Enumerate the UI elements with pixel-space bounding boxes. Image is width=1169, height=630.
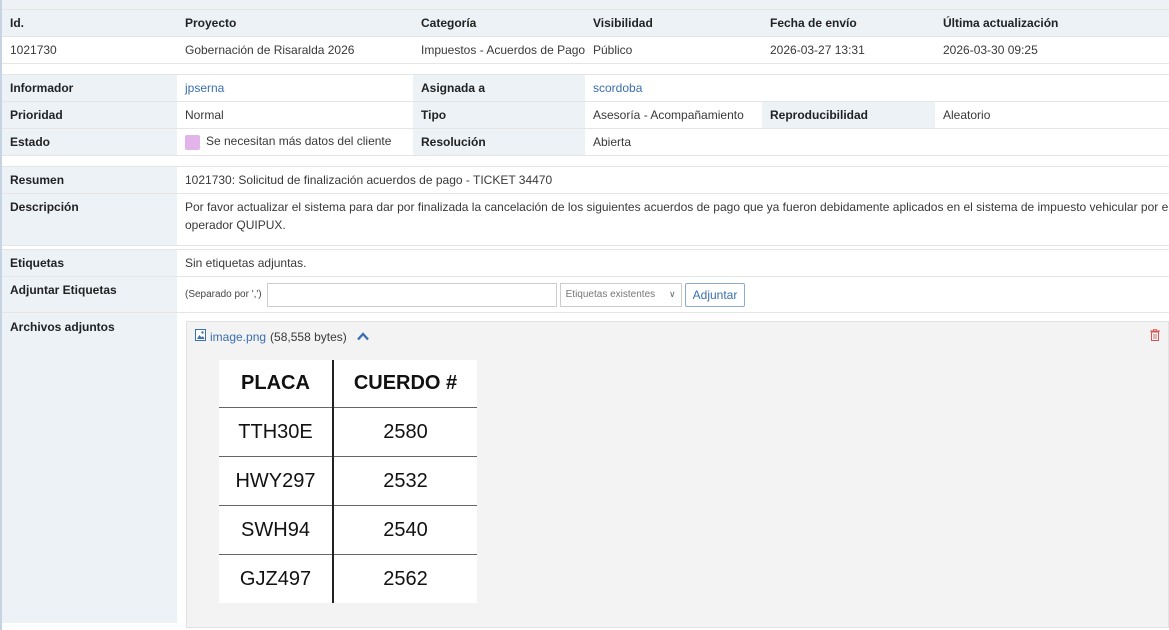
issue-category: Impuestos - Acuerdos de Pago: [413, 36, 585, 64]
estado-cell: Se necesitan más datos del cliente: [177, 128, 413, 156]
preview-header-row: PLACA CUERDO #: [219, 360, 477, 408]
preview-placa-table: PLACA CUERDO # TTH30E 2580 HWY297 2532 S…: [219, 360, 477, 603]
preview-acuerdo: 2562: [333, 554, 477, 603]
informador-row: Informador jpserna Asignada a scordoba: [2, 74, 1169, 102]
preview-row: GJZ497 2562: [219, 554, 477, 603]
issue-project: Gobernación de Risaralda 2026: [177, 36, 413, 64]
prioridad-value: Normal: [177, 101, 413, 129]
prioridad-row: Prioridad Normal Tipo Asesoría - Acompañ…: [2, 101, 1169, 129]
issue-id: 1021730: [2, 36, 177, 64]
descripcion-line-2: operador QUIPUX.: [185, 218, 286, 232]
attachment-panel: image.png (58,558 bytes) PLACA CUERDO # …: [186, 321, 1169, 628]
adjuntar-etiquetas-row: Adjuntar Etiquetas (Separado por ',') Et…: [2, 276, 1169, 313]
reproducibilidad-label: Reproducibilidad: [762, 101, 935, 129]
preview-header-acuerdo: CUERDO #: [353, 372, 458, 395]
col-header-fecha-envio: Fecha de envío: [762, 9, 935, 37]
preview-header-placa: PLACA: [219, 360, 334, 408]
descripcion-label: Descripción: [2, 193, 177, 246]
etiquetas-label: Etiquetas: [2, 249, 177, 277]
resolucion-value: Abierta: [585, 128, 762, 156]
top-band: [2, 0, 1169, 9]
issue-visibility: Público: [585, 36, 762, 64]
status-color-swatch: [185, 134, 200, 150]
archivos-label: Archivos adjuntos: [2, 312, 177, 623]
adjuntar-etiquetas-label: Adjuntar Etiquetas: [2, 276, 177, 313]
informador-label: Informador: [2, 74, 177, 102]
asignada-link[interactable]: scordoba: [585, 74, 762, 102]
trash-icon[interactable]: [1150, 328, 1160, 344]
preview-row: TTH30E 2580: [219, 407, 477, 457]
col-header-id: Id.: [2, 9, 177, 37]
col-header-categoria: Categoría: [413, 9, 585, 37]
etiquetas-row: Etiquetas Sin etiquetas adjuntas.: [2, 249, 1169, 277]
spacer-row: [2, 63, 1169, 75]
tag-separator-hint: (Separado por ','): [185, 289, 262, 300]
descripcion-row: Descripción Por favor actualizar el sist…: [2, 193, 1169, 246]
resumen-label: Resumen: [2, 166, 177, 194]
issue-submitted-date: 2026-03-27 13:31: [762, 36, 935, 64]
tag-controls: (Separado por ',') Etiquetas existentes …: [185, 282, 1161, 307]
summary-values-row: 1021730 Gobernación de Risaralda 2026 Im…: [2, 36, 1169, 64]
spacer-row: [2, 155, 1169, 167]
col-header-proyecto: Proyecto: [177, 9, 413, 37]
prioridad-label: Prioridad: [2, 101, 177, 129]
estado-row: Estado Se necesitan más datos del client…: [2, 128, 1169, 156]
chevron-up-icon[interactable]: [356, 329, 369, 344]
adjuntar-etiquetas-controls: (Separado por ',') Etiquetas existentes …: [177, 276, 1169, 313]
preview-placa: TTH30E: [219, 407, 334, 457]
descripcion-line-1: Por favor actualizar el sistema para dar…: [185, 200, 1169, 214]
attach-tags-button[interactable]: Adjuntar: [684, 282, 746, 307]
tag-input[interactable]: [266, 282, 557, 307]
tipo-value: Asesoría - Acompañamiento: [585, 101, 762, 129]
attachment-image-preview[interactable]: PLACA CUERDO # TTH30E 2580 HWY297 2532 S…: [219, 360, 477, 603]
resumen-value: 1021730: Solicitud de finalización acuer…: [177, 166, 1169, 194]
existing-tags-select[interactable]: Etiquetas existentes ∨: [559, 282, 682, 307]
spacer-cell: [2, 63, 1169, 75]
empty-cell: [935, 74, 1169, 102]
reproducibilidad-value: Aleatorio: [935, 101, 1169, 129]
preview-row: HWY297 2532: [219, 456, 477, 506]
image-file-icon: [195, 329, 206, 344]
col-header-ultima-actualizacion: Última actualización: [935, 9, 1169, 37]
existing-tags-select-label: Etiquetas existentes: [565, 289, 656, 300]
preview-acuerdo: 2580: [333, 407, 477, 457]
resumen-row: Resumen 1021730: Solicitud de finalizaci…: [2, 166, 1169, 194]
chevron-down-icon: ∨: [669, 289, 676, 299]
spacer-cell: [2, 155, 1169, 167]
preview-placa: HWY297: [219, 456, 334, 506]
descripcion-value: Por favor actualizar el sistema para dar…: [177, 193, 1169, 246]
col-header-visibilidad: Visibilidad: [585, 9, 762, 37]
estado-label: Estado: [2, 128, 177, 156]
preview-row: SWH94 2540: [219, 505, 477, 555]
empty-cell: [762, 74, 935, 102]
informador-link[interactable]: jpserna: [177, 74, 413, 102]
estado-value: Se necesitan más datos del cliente: [206, 134, 392, 149]
preview-placa: GJZ497: [219, 554, 334, 603]
tipo-label: Tipo: [413, 101, 585, 129]
attachment-file-link[interactable]: image.png: [210, 330, 266, 344]
summary-header-row: Id. Proyecto Categoría Visibilidad Fecha…: [2, 9, 1169, 37]
attachment-file-size: (58,558 bytes): [270, 329, 347, 344]
preview-placa: SWH94: [219, 505, 334, 555]
resolucion-label: Resolución: [413, 128, 585, 156]
empty-cell: [935, 128, 1169, 156]
etiquetas-value: Sin etiquetas adjuntas.: [177, 249, 1169, 277]
asignada-label: Asignada a: [413, 74, 585, 102]
preview-acuerdo: 2532: [333, 456, 477, 506]
attachment-header: image.png (58,558 bytes): [195, 329, 369, 344]
issue-updated-date: 2026-03-30 09:25: [935, 36, 1169, 64]
empty-cell: [762, 128, 935, 156]
preview-acuerdo: 2540: [333, 505, 477, 555]
